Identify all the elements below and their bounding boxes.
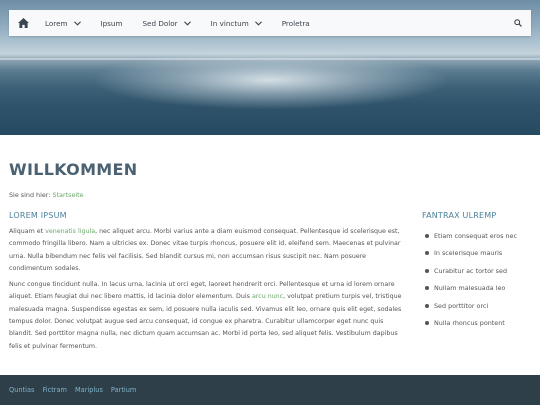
chevron-down-icon xyxy=(254,20,262,26)
nav-item-lorem[interactable]: Lorem xyxy=(35,10,91,36)
paragraph-2: Nunc congue tincidunt nulla. In lacus ur… xyxy=(9,279,404,353)
list-item-label: Etiam consequat eros nec xyxy=(434,232,517,240)
bullet-icon xyxy=(425,268,429,273)
home-button[interactable] xyxy=(11,10,35,36)
nav-item-ipsum[interactable]: Ipsum xyxy=(91,10,133,36)
nav-item-label: Sed Dolor xyxy=(142,18,178,28)
sidebar: FANTRAX ULREMP Etiam consequat eros nec … xyxy=(422,211,534,336)
paragraph-1: Aliquam et venenatis ligula, nec aliquet… xyxy=(9,226,404,275)
sidebar-heading: FANTRAX ULREMP xyxy=(422,211,497,220)
list-item-label: Nullam malesuada leo xyxy=(434,284,506,293)
nav-item-label: Lorem xyxy=(45,18,68,28)
chevron-down-icon xyxy=(183,20,191,26)
breadcrumb-prefix: Sie sind hier: xyxy=(9,191,51,199)
bullet-icon xyxy=(425,286,429,291)
bullet-icon xyxy=(425,251,429,256)
list-item[interactable]: Sed porttitor orci xyxy=(422,302,534,319)
inline-link[interactable]: arcu nunc xyxy=(252,293,283,300)
search-icon xyxy=(514,19,522,27)
breadcrumb: Sie sind hier: Startseite xyxy=(9,191,84,199)
paragraph-text: Aliquam et xyxy=(9,228,46,235)
breadcrumb-link-home[interactable]: Startseite xyxy=(53,191,84,199)
footer-link-fictram[interactable]: Fictram xyxy=(42,386,67,394)
nav-item-sed-dolor[interactable]: Sed Dolor xyxy=(132,10,200,36)
bullet-icon xyxy=(425,303,429,308)
page-title: WILLKOMMEN xyxy=(9,160,138,179)
footer: Quntias Fictram Mariplus Partium xyxy=(0,375,540,405)
footer-link-quntias[interactable]: Quntias xyxy=(9,386,34,394)
inline-link[interactable]: venenatis ligula xyxy=(45,228,95,235)
section-heading: LOREM IPSUM xyxy=(9,211,67,220)
nav-item-proletra[interactable]: Proletra xyxy=(272,10,320,36)
list-item[interactable]: Etiam consequat eros nec xyxy=(422,232,534,249)
list-item-label: Nulla rhoncus pontent xyxy=(434,318,505,327)
sidebar-list: Etiam consequat eros nec In scelerisque … xyxy=(422,232,534,336)
chevron-down-icon xyxy=(73,20,81,26)
list-item[interactable]: In scelerisque mauris xyxy=(422,249,534,266)
search-button[interactable] xyxy=(507,10,529,36)
nav-item-label: In vinctum xyxy=(210,18,249,28)
list-item-label: Sed porttitor orci xyxy=(434,301,489,310)
top-navigation: Lorem Ipsum Sed Dolor In vinctum Proletr… xyxy=(9,10,531,36)
paragraph-text: , volutpat pretium turpis vel, tristique… xyxy=(9,293,402,350)
footer-link-partium[interactable]: Partium xyxy=(111,386,136,394)
horizon-line xyxy=(0,58,540,60)
list-item[interactable]: Nullam malesuada leo xyxy=(422,284,534,301)
home-icon xyxy=(17,18,29,28)
list-item[interactable]: Curabitur ac tortor sed xyxy=(422,267,534,284)
bullet-icon xyxy=(425,234,429,238)
nav-item-label: Ipsum xyxy=(100,18,123,28)
bullet-icon xyxy=(425,320,429,325)
nav-item-in-vinctum[interactable]: In vinctum xyxy=(201,10,272,36)
list-item-label: In scelerisque mauris xyxy=(434,249,503,258)
footer-link-mariplus[interactable]: Mariplus xyxy=(75,386,103,394)
main-content: LOREM IPSUM Aliquam et venenatis ligula,… xyxy=(9,211,404,357)
list-item[interactable]: Nulla rhoncus pontent xyxy=(422,319,534,336)
list-item-label: Curabitur ac tortor sed xyxy=(434,266,507,275)
nav-item-label: Proletra xyxy=(281,18,310,28)
